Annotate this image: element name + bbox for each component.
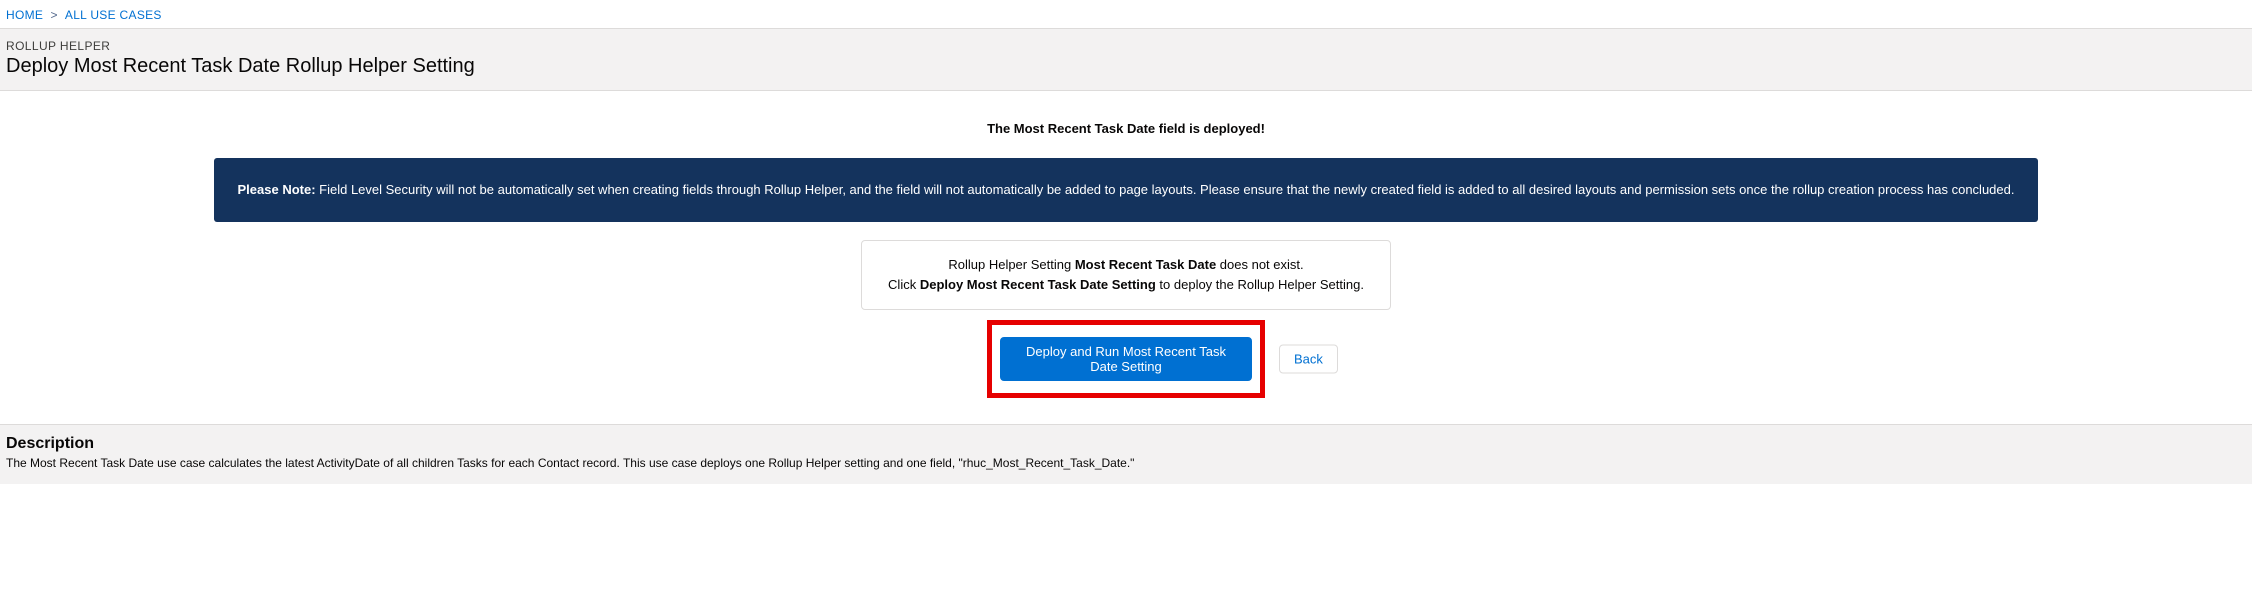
breadcrumb-separator: > <box>51 8 58 22</box>
deployed-status-message: The Most Recent Task Date field is deplo… <box>0 121 2252 136</box>
main-content: The Most Recent Task Date field is deplo… <box>0 91 2252 424</box>
highlight-frame: Deploy and Run Most Recent Task Date Set… <box>987 320 1265 398</box>
deploy-and-run-button[interactable]: Deploy and Run Most Recent Task Date Set… <box>1000 337 1252 381</box>
page-header-kicker: ROLLUP HELPER <box>6 39 2246 53</box>
status-line1-bold: Most Recent Task Date <box>1075 257 1216 272</box>
page-header: ROLLUP HELPER Deploy Most Recent Task Da… <box>0 28 2252 91</box>
setting-status-line2: Click Deploy Most Recent Task Date Setti… <box>882 275 1370 295</box>
breadcrumb-home-link[interactable]: HOME <box>6 8 43 22</box>
description-text: The Most Recent Task Date use case calcu… <box>6 456 2246 470</box>
back-button[interactable]: Back <box>1279 344 1338 373</box>
back-button-wrap: Back <box>1279 344 1338 373</box>
setting-status-line1: Rollup Helper Setting Most Recent Task D… <box>882 255 1370 275</box>
breadcrumb-all-use-cases-link[interactable]: ALL USE CASES <box>65 8 162 22</box>
note-text: Field Level Security will not be automat… <box>316 182 2015 197</box>
note-label: Please Note: <box>238 182 316 197</box>
note-banner: Please Note: Field Level Security will n… <box>214 158 2038 222</box>
status-line1-pre: Rollup Helper Setting <box>948 257 1074 272</box>
status-line2-pre: Click <box>888 277 920 292</box>
description-heading: Description <box>6 435 2246 453</box>
setting-status-card: Rollup Helper Setting Most Recent Task D… <box>861 240 1391 310</box>
status-line1-post: does not exist. <box>1216 257 1303 272</box>
status-line2-bold: Deploy Most Recent Task Date Setting <box>920 277 1156 292</box>
page-title: Deploy Most Recent Task Date Rollup Help… <box>6 55 2246 78</box>
breadcrumb: HOME > ALL USE CASES <box>0 0 2252 28</box>
description-section: Description The Most Recent Task Date us… <box>0 424 2252 484</box>
status-line2-post: to deploy the Rollup Helper Setting. <box>1156 277 1364 292</box>
action-button-area: Deploy and Run Most Recent Task Date Set… <box>987 320 1265 398</box>
